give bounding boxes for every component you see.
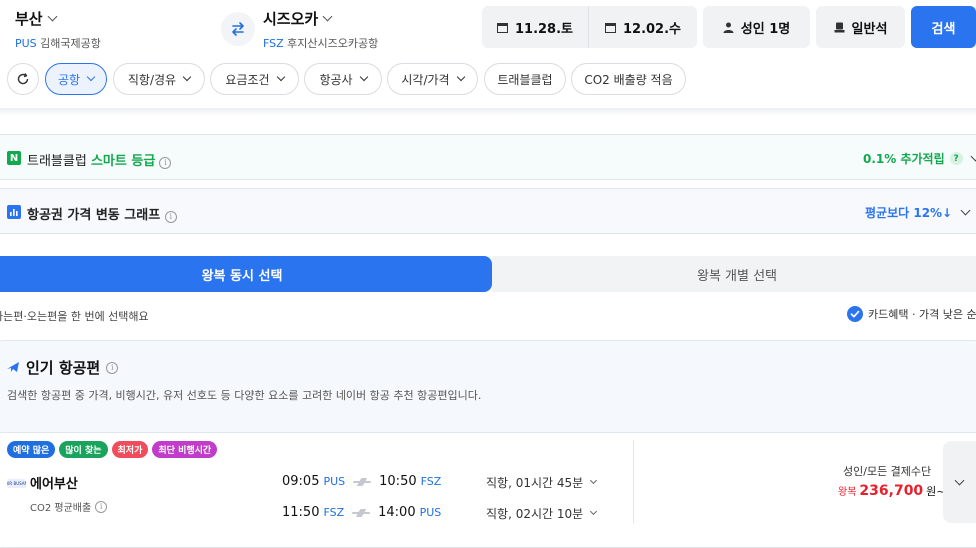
price-graph-label: 항공권 가격 변동 그래프 <box>27 208 161 223</box>
destination-airport: 후지산시즈오카공항 <box>287 37 379 50</box>
refresh-icon <box>17 73 29 85</box>
person-icon <box>723 22 734 33</box>
badge-most-searched: 많이 찾는 <box>59 441 108 458</box>
plane-icon <box>352 510 371 516</box>
flight-badges: 예약 많은 많이 찾는 최저가 최단 비행시간 <box>7 441 218 458</box>
price-amount: 236,700 <box>859 483 924 499</box>
chevron-down-icon <box>954 475 965 485</box>
popular-description: 검색한 항공편 중 가격, 비행시간, 유저 선호도 등 다양한 요소를 고려한… <box>7 389 482 402</box>
outbound-depart-time: 09:05 <box>282 474 320 489</box>
outbound-summary: 직항, 01시간 45분 <box>486 476 584 490</box>
price-block: 왕복 236,700 원~ <box>838 483 946 499</box>
selection-hint: 가는편·오는편을 한 번에 선택해요 <box>0 310 149 323</box>
info-icon[interactable]: i <box>106 361 119 374</box>
cabin-class-button[interactable]: 일반석 <box>816 6 905 48</box>
cabin-class-label: 일반석 <box>851 21 888 37</box>
tab-roundtrip-separate[interactable]: 왕복 개별 선택 <box>492 256 976 292</box>
filter-direct-transfer[interactable]: 직항/경유 <box>113 63 205 95</box>
destination-city: 시즈오카 <box>263 10 319 28</box>
info-icon[interactable]: i <box>95 500 108 513</box>
check-circle-icon <box>847 306 863 322</box>
calendar-icon <box>496 22 508 33</box>
co2-label: CO2 평균배출 <box>30 503 92 514</box>
inbound-arrive-code: PUS <box>419 506 442 519</box>
badge-lowest-price: 최저가 <box>111 441 149 458</box>
swap-route-button[interactable] <box>221 12 255 46</box>
filter-airport[interactable]: 공항 <box>45 63 107 95</box>
origin-airport: 김해국제공항 <box>40 37 101 50</box>
info-icon[interactable]: i <box>164 210 177 223</box>
chevron-down-icon <box>47 11 58 22</box>
inbound-arrive-time: 14:00 <box>378 505 416 520</box>
depart-date: 11.28.토 <box>514 21 574 37</box>
inbound-depart-code: FSZ <box>323 506 345 519</box>
card-benefit-sort[interactable]: 카드혜택 · 가격 낮은 순 <box>847 306 976 322</box>
badge-most-booked: 예약 많은 <box>7 441 56 458</box>
travel-club-bar[interactable]: N 트래블클럽 스마트 등급 i 0.1% 추가적립 ? <box>0 134 976 180</box>
inbound-times: 11:50 FSZ 14:00 PUS <box>282 505 441 520</box>
chevron-down-icon <box>86 72 96 82</box>
passengers-label: 성인 1명 <box>740 21 791 37</box>
chevron-down-icon[interactable] <box>970 151 976 162</box>
price-compare: 평균보다 12%↓ <box>865 206 953 220</box>
origin-code: PUS <box>15 37 37 50</box>
refresh-button[interactable] <box>7 63 39 95</box>
badge-shortest-duration: 최단 비행시간 <box>152 441 218 458</box>
chevron-down-icon <box>276 72 285 82</box>
chevron-down-icon[interactable] <box>960 205 971 216</box>
info-icon[interactable]: i <box>159 156 172 169</box>
filter-travel-club[interactable]: 트래블클럽 <box>484 63 566 95</box>
filter-time-price[interactable]: 시각/가격 <box>387 63 478 95</box>
outbound-summary-toggle[interactable]: 직항, 01시간 45분 <box>486 474 598 491</box>
popular-title: 인기 항공편 <box>26 359 101 377</box>
outbound-arrive-code: FSZ <box>420 475 442 488</box>
travel-club-bonus: 0.1% 추가적립 <box>863 152 945 166</box>
travel-club-prefix: 트래블클럽 <box>27 154 87 169</box>
inbound-summary-toggle[interactable]: 직항, 02시간 10분 <box>486 505 598 522</box>
card-benefit-label: 카드혜택 · 가격 낮은 순 <box>868 308 976 321</box>
airplane-icon <box>7 362 19 372</box>
tab-roundtrip-together[interactable]: 왕복 동시 선택 <box>0 256 492 292</box>
filter-airline[interactable]: 항공사 <box>304 63 382 95</box>
origin-city: 부산 <box>15 10 43 28</box>
depart-date-button[interactable]: 11.28.토 <box>482 6 588 48</box>
travel-club-grade: 스마트 등급 <box>90 154 156 169</box>
help-icon[interactable]: ? <box>949 152 963 165</box>
destination-code: FSZ <box>263 37 284 50</box>
return-date: 12.02.수 <box>622 21 682 37</box>
destination-selector[interactable]: 시즈오카 FSZ 후지산시즈오카공항 <box>263 8 378 51</box>
inbound-depart-time: 11:50 <box>282 505 320 520</box>
naver-logo-icon: N <box>7 151 21 165</box>
airline-name: 에어부산 <box>30 477 78 492</box>
price-prefix: 왕복 <box>838 487 857 498</box>
chevron-down-icon <box>322 11 333 22</box>
return-date-button[interactable]: 12.02.수 <box>589 6 697 48</box>
search-button[interactable]: 검색 <box>911 6 976 48</box>
chevron-down-icon <box>590 476 598 485</box>
price-note: 성인/모든 결제수단 <box>843 465 932 478</box>
filter-co2-low[interactable]: CO2 배출량 적음 <box>571 63 686 95</box>
bar-chart-icon <box>7 205 21 219</box>
swap-arrows-icon <box>232 22 244 36</box>
price-graph-bar[interactable]: 항공권 가격 변동 그래프 i 평균보다 12%↓ <box>0 188 976 234</box>
expand-flight-button[interactable] <box>943 441 976 523</box>
calendar-icon <box>604 22 616 33</box>
outbound-times: 09:05 PUS 10:50 FSZ <box>282 474 441 489</box>
origin-selector[interactable]: 부산 PUS 김해국제공항 <box>15 8 101 51</box>
plane-icon <box>353 479 372 485</box>
inbound-summary: 직항, 02시간 10분 <box>486 507 584 521</box>
airline-logo: AIR BUSAN <box>7 479 26 488</box>
chevron-down-icon <box>456 72 465 82</box>
chevron-down-icon <box>359 72 368 82</box>
outbound-depart-code: PUS <box>323 475 346 488</box>
filter-fare-conditions[interactable]: 요금조건 <box>210 63 299 95</box>
passengers-button[interactable]: 성인 1명 <box>703 6 810 48</box>
chevron-down-icon <box>590 507 598 516</box>
chevron-down-icon <box>182 72 192 82</box>
seat-icon <box>834 22 845 32</box>
outbound-arrive-time: 10:50 <box>379 474 417 489</box>
